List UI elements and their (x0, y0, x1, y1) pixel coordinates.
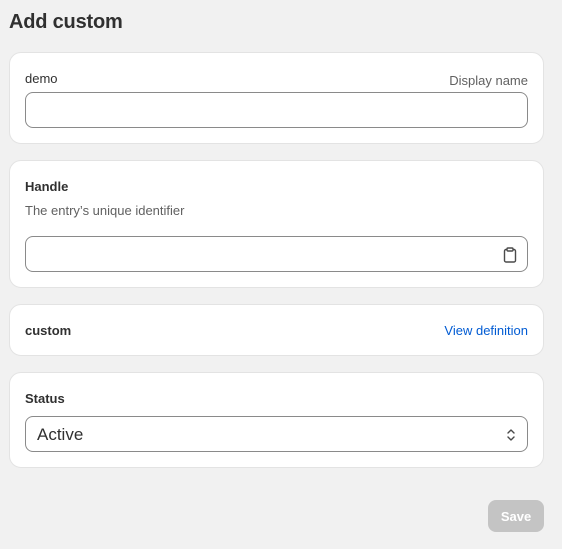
status-title: Status (25, 391, 65, 406)
status-selected-value: Active (37, 425, 84, 444)
page-title: Add custom (9, 11, 123, 33)
select-chevron-icon (506, 427, 516, 443)
view-definition-link[interactable]: View definition (444, 323, 528, 338)
page: Add custom demo Display name Handle The … (0, 0, 562, 549)
handle-title: Handle (25, 179, 69, 194)
clipboard-icon[interactable] (503, 247, 517, 263)
handle-card: Handle The entry’s unique identifier (9, 160, 544, 288)
save-button[interactable]: Save (488, 500, 544, 532)
definition-card: custom View definition (9, 304, 544, 356)
display-name-input[interactable] (25, 92, 528, 128)
definition-type-title: custom (25, 323, 72, 338)
status-select[interactable]: Active (25, 416, 528, 452)
entry-name-label: demo (25, 71, 58, 86)
status-card: Status Active (9, 372, 544, 468)
handle-input[interactable] (25, 236, 528, 272)
display-name-card: demo Display name (9, 52, 544, 144)
handle-description: The entry’s unique identifier (25, 203, 185, 218)
display-name-hint: Display name (449, 73, 528, 88)
